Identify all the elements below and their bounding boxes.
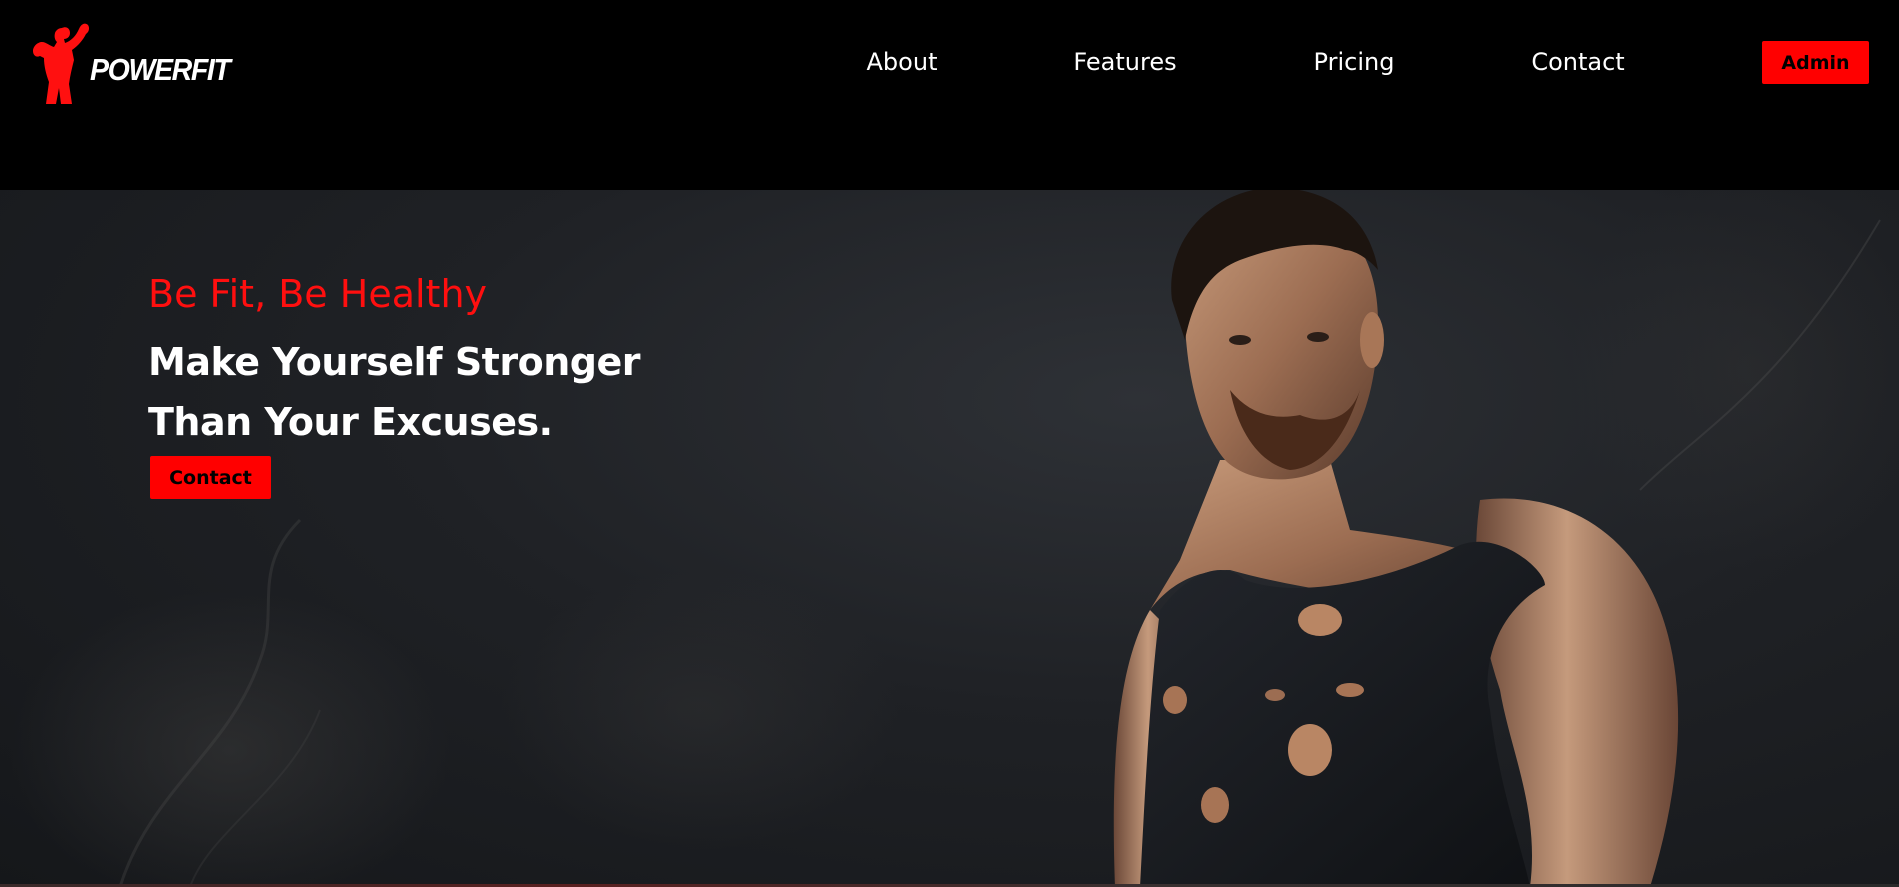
nav-link-features[interactable]: Features — [1073, 44, 1176, 80]
site-header: POWERFIT About Features Pricing Contact … — [0, 0, 1899, 190]
nav-link-about[interactable]: About — [867, 44, 938, 80]
hero-subtitle: Be Fit, Be Healthy — [148, 272, 488, 316]
brand-name: POWERFIT — [90, 52, 231, 87]
hero-title-line-2: Than Your Excuses. — [148, 400, 553, 444]
hero-contact-button[interactable]: Contact — [150, 456, 271, 499]
admin-button[interactable]: Admin — [1762, 41, 1869, 84]
nav-link-contact[interactable]: Contact — [1531, 44, 1624, 80]
hero-title-line-1: Make Yourself Stronger — [148, 340, 640, 384]
hero-section: Be Fit, Be Healthy Make Yourself Stronge… — [0, 190, 1899, 887]
brand-logo[interactable]: POWERFIT — [28, 20, 242, 106]
nav-link-pricing[interactable]: Pricing — [1314, 44, 1395, 80]
flexing-bodybuilder-icon — [33, 23, 90, 104]
